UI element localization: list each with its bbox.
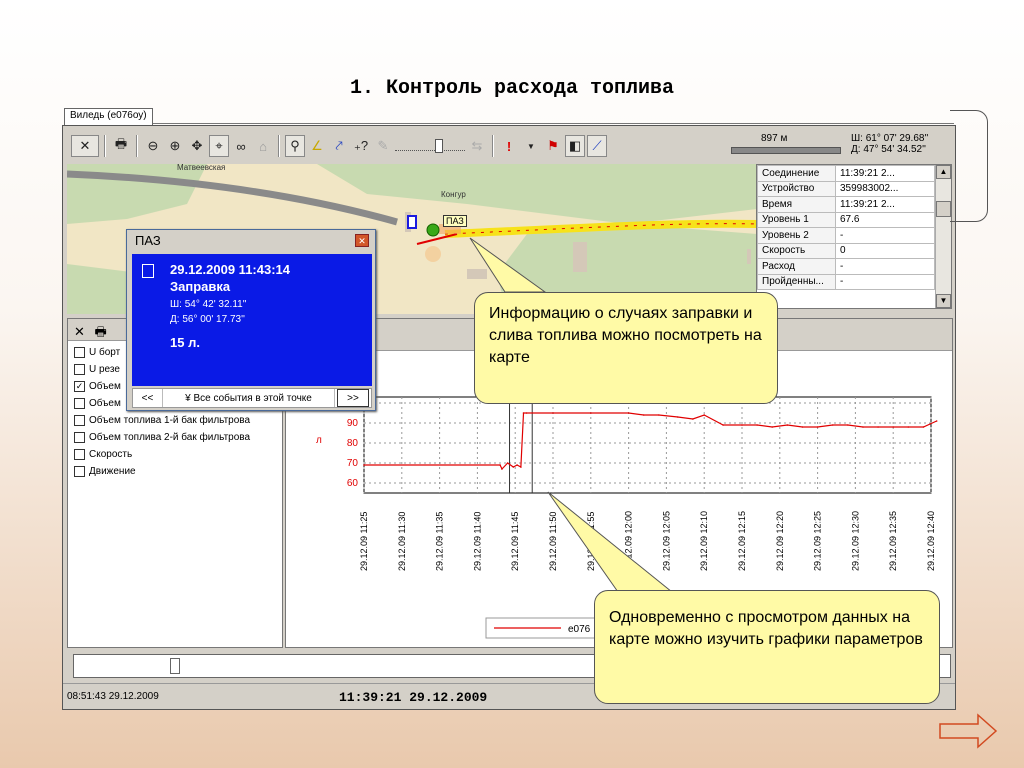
callout-map: Информацию о случаях заправки и слива то… [474, 292, 778, 404]
next-slide-arrow-icon[interactable] [938, 712, 1000, 750]
callout-chart: Одновременно с просмотром данных на карт… [594, 590, 940, 704]
decorative-frame [950, 110, 988, 222]
